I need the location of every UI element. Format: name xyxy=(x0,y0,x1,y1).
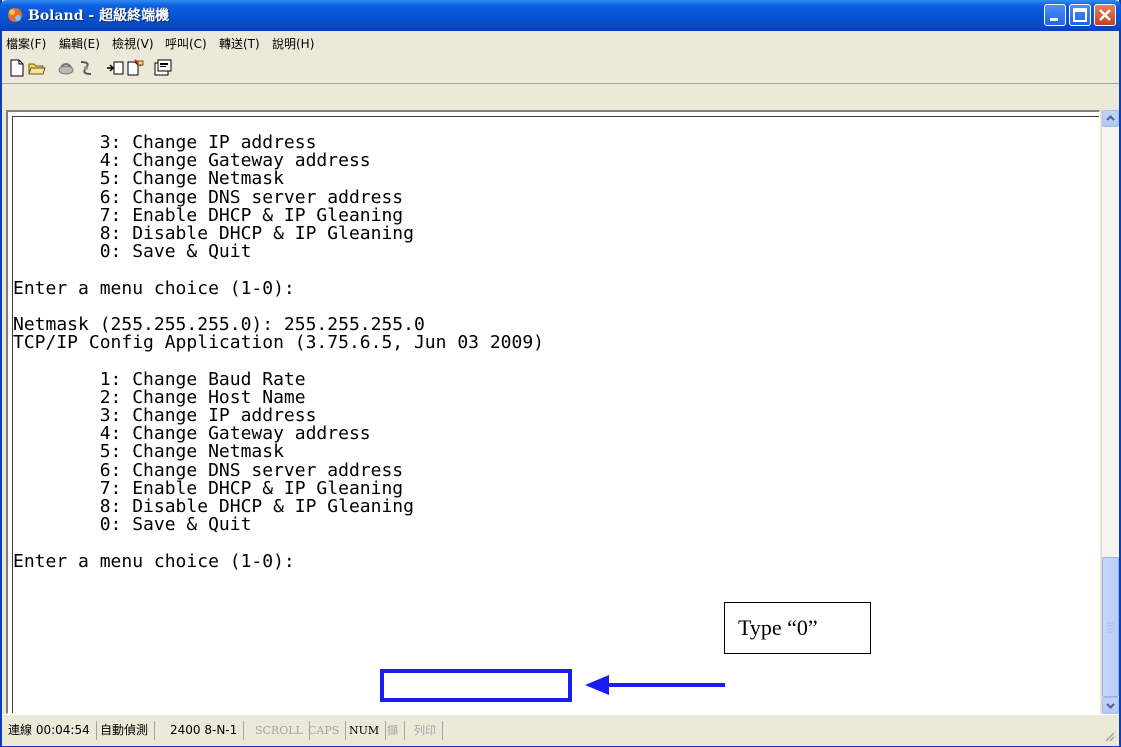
hyperterminal-window: Boland - 超級終端機 檔案(F) 編輯(E) 檢視(V) 呼叫(C) 轉… xyxy=(0,0,1121,747)
status-capture: 擷 xyxy=(387,721,405,740)
maximize-icon xyxy=(1073,8,1087,22)
menu-bar: 檔案(F) 編輯(E) 檢視(V) 呼叫(C) 轉送(T) 說明(H) xyxy=(2,31,1119,54)
status-auto-detect: 自動偵測 xyxy=(100,721,156,740)
toolbar xyxy=(2,53,1119,84)
scroll-thumb[interactable] xyxy=(1102,557,1119,697)
window-title-app: Boland xyxy=(28,8,84,24)
close-icon xyxy=(1099,9,1111,21)
title-bar[interactable]: Boland - 超級終端機 xyxy=(0,0,1121,31)
status-scroll: SCROLL xyxy=(255,721,310,740)
status-caps: CAPS xyxy=(308,721,347,740)
resize-grip-icon[interactable] xyxy=(1103,730,1115,742)
terminal-line: 1: Change Baud Rate xyxy=(13,368,306,390)
terminal-line: Enter a menu choice (1-0): xyxy=(13,277,295,299)
menu-help[interactable]: 說明(H) xyxy=(272,35,314,52)
chevron-down-icon xyxy=(1106,703,1115,709)
window-title-separator: - xyxy=(83,8,100,24)
disconnect-icon[interactable] xyxy=(57,59,75,77)
properties-icon[interactable] xyxy=(154,59,172,77)
menu-view[interactable]: 檢視(V) xyxy=(112,35,154,52)
status-bar: 連線 00:04:54 自動偵測 2400 8-N-1 SCROLL CAPS … xyxy=(2,714,1119,746)
status-num: NUM xyxy=(349,721,387,740)
menu-transfer[interactable]: 轉送(T) xyxy=(219,35,260,52)
terminal-line: 0: Save & Quit xyxy=(13,241,252,263)
maximize-button[interactable] xyxy=(1069,4,1091,26)
annotation-label: Type “0” xyxy=(724,602,871,654)
send-icon[interactable] xyxy=(106,59,124,77)
hyperterminal-icon xyxy=(8,8,22,22)
status-port-settings: 2400 8-N-1 xyxy=(170,721,245,740)
terminal-line: Enter a menu choice (1-0): xyxy=(13,550,295,572)
status-print: 列印 xyxy=(414,721,443,740)
grip-icon xyxy=(1107,622,1114,633)
receive-icon[interactable] xyxy=(126,59,144,77)
chevron-up-icon xyxy=(1106,115,1115,121)
window-title: Boland - 超級終端機 xyxy=(28,5,169,25)
terminal-line: 0: Save & Quit xyxy=(13,514,252,536)
window-title-suffix: 超級終端機 xyxy=(99,8,170,24)
minimize-button[interactable] xyxy=(1044,4,1066,26)
scroll-down-button[interactable] xyxy=(1102,697,1119,714)
menu-file[interactable]: 檔案(F) xyxy=(6,35,46,52)
open-icon[interactable] xyxy=(28,59,46,77)
terminal-line: TCP/IP Config Application (3.75.6.5, Jun… xyxy=(13,332,545,354)
minimize-icon xyxy=(1050,18,1058,21)
terminal-line: 6: Change DNS server address xyxy=(13,459,404,481)
status-connection-time: 連線 00:04:54 xyxy=(8,721,97,740)
scroll-up-button[interactable] xyxy=(1102,110,1119,127)
connect-icon[interactable] xyxy=(77,59,95,77)
new-icon[interactable] xyxy=(8,59,26,77)
arrow-left-icon xyxy=(585,675,725,695)
terminal-line: 5: Change Netmask xyxy=(13,441,284,463)
close-button[interactable] xyxy=(1094,4,1116,26)
terminal-line: 6: Change DNS server address xyxy=(13,186,404,208)
terminal-line: 5: Change Netmask xyxy=(13,168,284,190)
menu-edit[interactable]: 編輯(E) xyxy=(59,35,100,52)
vertical-scrollbar[interactable] xyxy=(1101,110,1119,714)
menu-call[interactable]: 呼叫(C) xyxy=(165,35,207,52)
input-highlight-box xyxy=(380,669,572,702)
